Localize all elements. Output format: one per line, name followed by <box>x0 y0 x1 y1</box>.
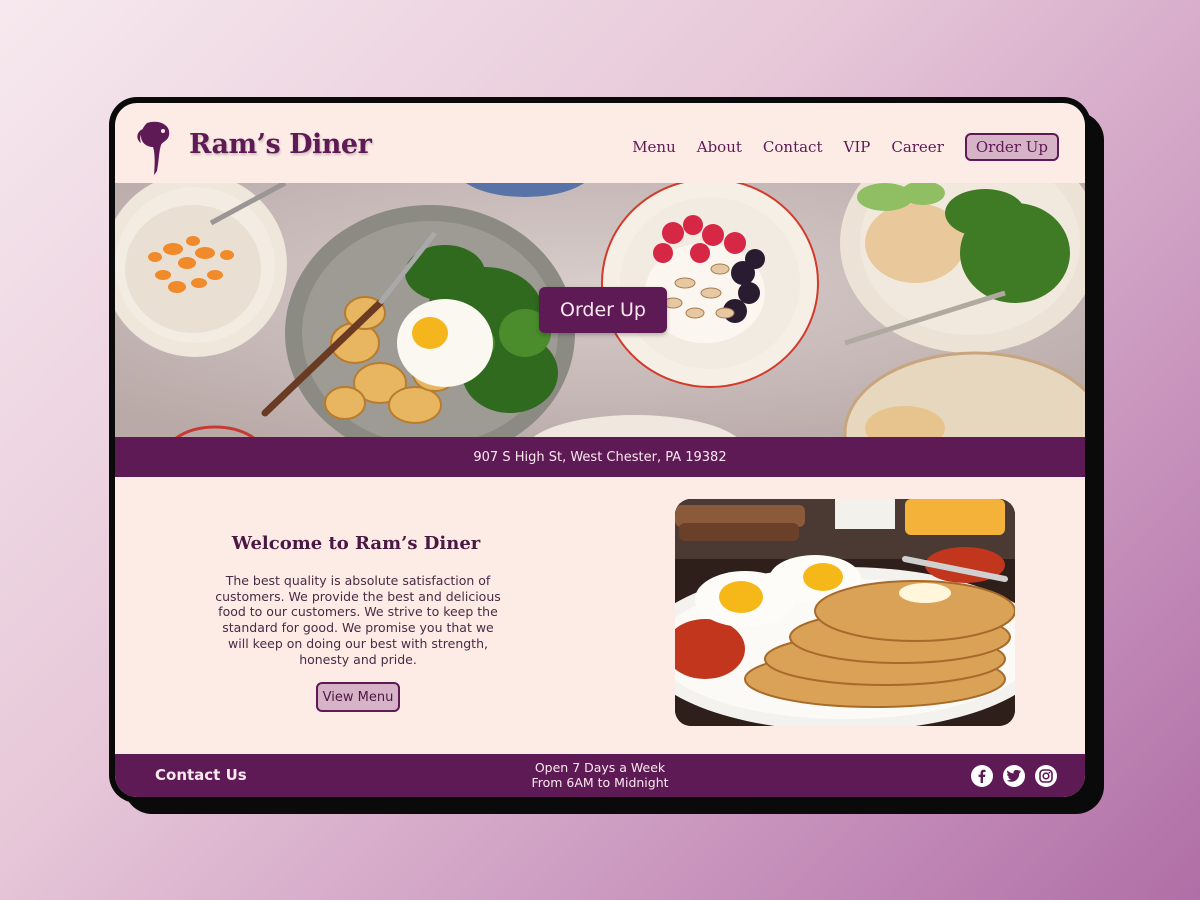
nav-vip[interactable]: VIP <box>843 138 870 156</box>
website-screen: Ram’s Diner Menu About Contact VIP Caree… <box>115 103 1085 797</box>
address-text: 907 S High St, West Chester, PA 19382 <box>473 449 727 465</box>
site-header: Ram’s Diner Menu About Contact VIP Caree… <box>115 103 1085 183</box>
facebook-icon[interactable] <box>971 765 993 787</box>
hours-line-2: From 6AM to Midnight <box>531 775 669 790</box>
nav-about[interactable]: About <box>697 138 742 156</box>
footer-contact-us-link[interactable]: Contact Us <box>155 766 247 784</box>
site-footer: Contact Us Open 7 Days a Week From 6AM t… <box>115 754 1085 797</box>
device-frame: Ram’s Diner Menu About Contact VIP Caree… <box>109 97 1091 803</box>
address-bar: 907 S High St, West Chester, PA 19382 <box>115 437 1085 477</box>
welcome-title: Welcome to Ram’s Diner <box>231 533 481 554</box>
opening-hours: Open 7 Days a Week From 6AM to Midnight <box>500 760 700 790</box>
ram-logo-icon <box>137 121 170 175</box>
nav-order-up-button[interactable]: Order Up <box>964 133 1059 161</box>
nav-menu[interactable]: Menu <box>632 138 676 156</box>
brand-name[interactable]: Ram’s Diner <box>189 129 372 160</box>
view-menu-button[interactable]: View Menu <box>316 682 400 712</box>
pancakes-photo <box>675 499 1015 726</box>
pancakes-image <box>675 499 1015 726</box>
main-nav: Menu About Contact VIP Career Order Up <box>632 133 1059 161</box>
hours-line-1: Open 7 Days a Week <box>534 760 666 775</box>
welcome-text: The best quality is absolute satisfactio… <box>215 573 501 667</box>
social-links <box>971 765 1057 787</box>
hero-order-up-button[interactable]: Order Up <box>539 287 667 333</box>
nav-career[interactable]: Career <box>891 138 944 156</box>
instagram-icon[interactable] <box>1035 765 1057 787</box>
twitter-icon[interactable] <box>1003 765 1025 787</box>
hero-banner: Order Up <box>115 183 1085 437</box>
nav-contact[interactable]: Contact <box>763 138 823 156</box>
